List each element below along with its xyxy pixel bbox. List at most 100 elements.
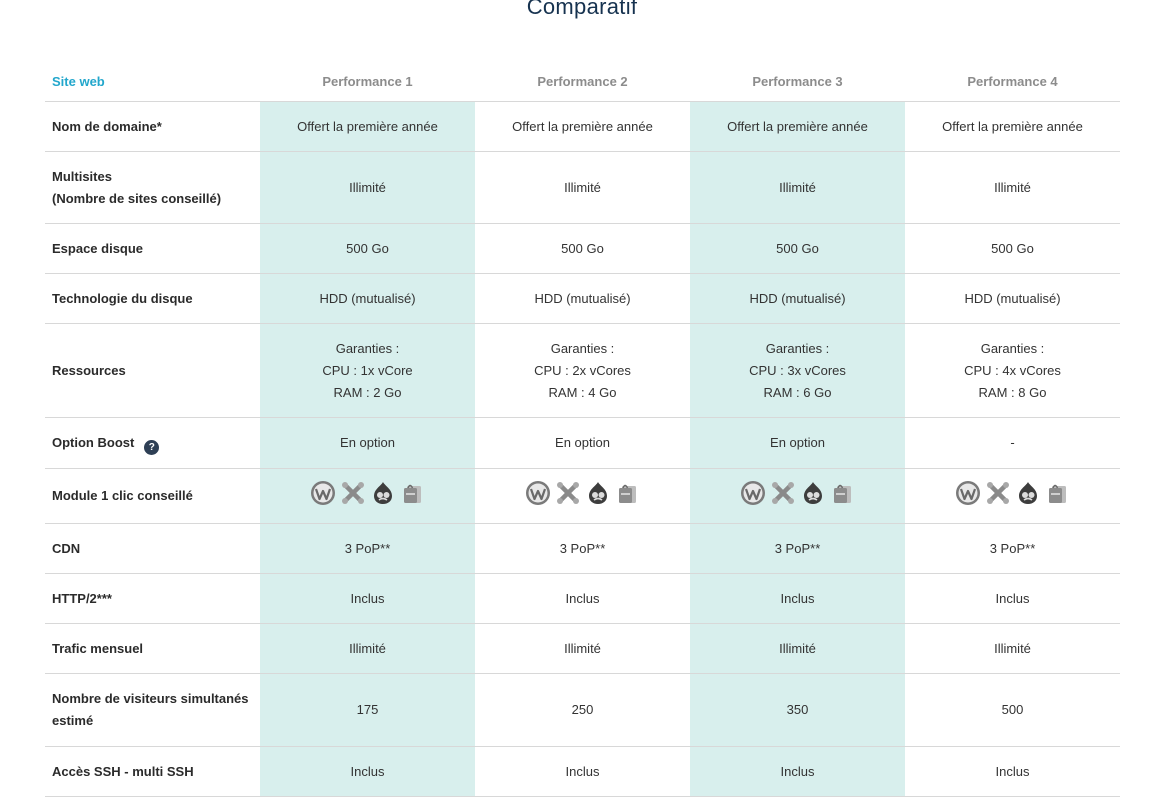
header-plan-4: Performance 4 — [905, 62, 1120, 102]
drupal-icon — [585, 480, 611, 506]
plan-1-cell: 3 PoP** — [260, 523, 475, 574]
cell-value: 3 PoP** — [989, 540, 1036, 556]
cms-icons — [955, 480, 1071, 506]
cms-icons — [310, 480, 426, 506]
table-row: Option Boost? En option En option En option… — [45, 417, 1120, 469]
table-row: Nom de domaine* Offert la première année O… — [45, 101, 1120, 152]
plan-4-cell — [905, 468, 1120, 524]
row-label: Accès SSH - multi SSH — [45, 746, 260, 797]
row-label-line: Nombre de visiteurs simultanés — [52, 691, 249, 706]
cell-value: Illimité — [349, 179, 386, 195]
cell-value: En option — [770, 435, 825, 450]
joomla-icon — [340, 480, 366, 506]
plan-4-cell: 3 PoP** — [905, 523, 1120, 574]
header-plan-2: Performance 2 — [475, 62, 690, 102]
row-label: CDN — [45, 523, 260, 574]
cell-value: HDD (mutualisé) — [319, 290, 416, 306]
prestashop-icon — [615, 480, 641, 506]
table-row: Accès SSH - multi SSH Inclus Inclus Inclus I… — [45, 746, 1120, 797]
cell-line: Garanties : — [765, 340, 830, 356]
plan-2-cell: Illimité — [475, 623, 690, 674]
plan-1-cell: Offert la première année — [260, 101, 475, 152]
drupal-icon — [1015, 480, 1041, 506]
prestashop-icon — [830, 480, 856, 506]
wordpress-icon — [740, 480, 766, 506]
joomla-icon — [770, 480, 796, 506]
drupal-icon — [370, 480, 396, 506]
plan-1-cell — [260, 468, 475, 524]
joomla-icon — [555, 480, 581, 506]
prestashop-icon — [1045, 480, 1071, 506]
row-label-text: Option Boost — [52, 434, 135, 450]
cell-value: 500 Go — [346, 240, 389, 256]
question-icon[interactable]: ? — [144, 439, 160, 455]
row-label-text: Module 1 clic conseillé — [52, 488, 193, 503]
cell-value: 500 Go — [561, 240, 604, 256]
cell-value: Offert la première année — [727, 118, 868, 134]
cell-value: Offert la première année — [512, 118, 653, 134]
plan-4-cell: Illimité — [905, 623, 1120, 674]
plan-2-cell — [475, 468, 690, 524]
plan-1-cell: Illimité — [260, 151, 475, 224]
cell-line: RAM : 6 Go — [763, 384, 832, 400]
plan-4-cell: Inclus — [905, 746, 1120, 797]
row-label-text: Espace disque — [52, 240, 144, 256]
header-plan-3: Performance 3 — [690, 62, 905, 102]
plan-1-cell: Illimité — [260, 623, 475, 674]
comparison-table: Site web Performance 1 Performance 2 Per… — [45, 62, 1120, 797]
header-plan-1: Performance 1 — [260, 62, 475, 102]
cell-value: Illimité — [349, 640, 386, 656]
row-label-text: Nom de domaine* — [52, 118, 162, 134]
table-row: Ressources Garanties : CPU : 1x vCore RAM :… — [45, 323, 1120, 418]
row-label-line: Multisites — [52, 168, 112, 184]
cell-value: Illimité — [779, 640, 816, 656]
row-label-text: CDN — [52, 540, 81, 556]
row-label: Technologie du disque — [45, 273, 260, 324]
cell-value: Offert la première année — [942, 118, 1083, 134]
table-row: CDN 3 PoP** 3 PoP** 3 PoP** 3 PoP** — [45, 523, 1120, 574]
plan-3-cell: 3 PoP** — [690, 523, 905, 574]
plan-2-cell: 3 PoP** — [475, 523, 690, 574]
cell-value: Inclus — [350, 590, 385, 606]
plan-2-cell: Garanties : CPU : 2x vCores RAM : 4 Go — [475, 323, 690, 418]
cell-value: Illimité — [779, 179, 816, 195]
plan-1-cell: 500 Go — [260, 223, 475, 274]
table-row: Module 1 clic conseillé — [45, 468, 1120, 524]
row-label: Trafic mensuel — [45, 623, 260, 674]
plan-2-cell: En option — [475, 417, 690, 469]
row-label-text: Technologie du disque — [52, 290, 193, 306]
cell-value: Inclus — [350, 763, 385, 779]
row-label: Option Boost? — [45, 417, 260, 469]
row-label-line: (Nombre de sites conseillé) — [52, 190, 222, 206]
plan-4-cell: 500 Go — [905, 223, 1120, 274]
plan-1-cell: 175 — [260, 673, 475, 747]
plan-4-cell: Offert la première année — [905, 101, 1120, 152]
joomla-icon — [985, 480, 1011, 506]
table-header-row: Site web Performance 1 Performance 2 Per… — [45, 62, 1120, 102]
cell-value: 3 PoP** — [559, 540, 606, 556]
cell-value: 500 Go — [776, 240, 819, 256]
row-label: Ressources — [45, 323, 260, 418]
cell-line: RAM : 2 Go — [333, 384, 402, 400]
cell-value: Offert la première année — [297, 118, 438, 134]
cell-value: HDD (mutualisé) — [964, 290, 1061, 306]
row-label: Module 1 clic conseillé — [45, 468, 260, 524]
cell-value: Inclus — [995, 763, 1030, 779]
cell-line: RAM : 4 Go — [548, 384, 617, 400]
row-label-line: estimé — [52, 713, 94, 728]
cell-value: Illimité — [994, 179, 1031, 195]
cell-value: Inclus — [780, 590, 815, 606]
plan-3-cell: Garanties : CPU : 3x vCores RAM : 6 Go — [690, 323, 905, 418]
cell-value: HDD (mutualisé) — [534, 290, 631, 306]
cms-icons — [525, 480, 641, 506]
cell-value: Illimité — [564, 179, 601, 195]
plan-3-cell: 500 Go — [690, 223, 905, 274]
header-site-web: Site web — [45, 62, 260, 102]
cell-line: Garanties : — [980, 340, 1045, 356]
table-row: Espace disque 500 Go 500 Go 500 Go 500 Go — [45, 223, 1120, 274]
cell-value: 500 — [1001, 702, 1024, 717]
row-label-text: HTTP/2*** — [52, 590, 112, 606]
cell-line: RAM : 8 Go — [978, 384, 1047, 400]
cell-value: 3 PoP** — [344, 540, 391, 556]
cell-value: Inclus — [565, 763, 600, 779]
